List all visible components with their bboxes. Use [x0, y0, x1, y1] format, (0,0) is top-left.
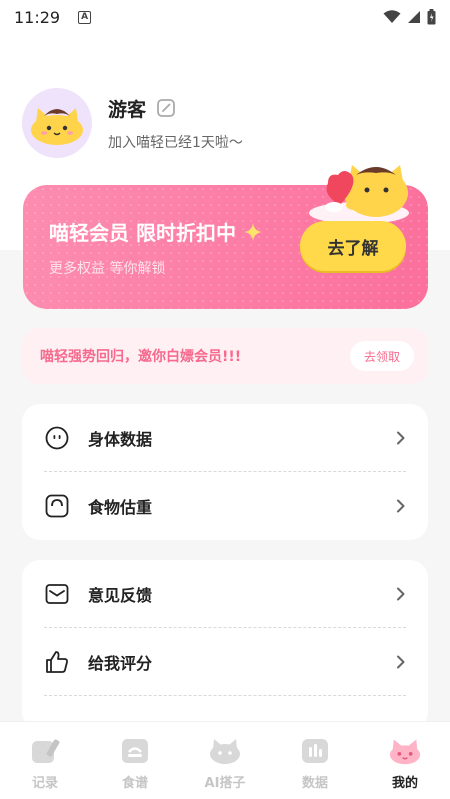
recipe-icon [118, 734, 152, 768]
status-time: 11:29 [14, 7, 61, 27]
tab-profile[interactable]: 我的 [360, 722, 450, 799]
vip-title-row: 喵轻会员 限时折扣中 [49, 217, 262, 246]
profile-header: 游客 加入喵轻已经1天啦～ [22, 88, 243, 158]
menu-card-body: 身体数据 食物估重 [22, 404, 428, 540]
data-icon [298, 734, 332, 768]
tab-data[interactable]: 数据 [270, 722, 360, 799]
tab-recipe[interactable]: 食谱 [90, 722, 180, 799]
menu-label: 身体数据 [88, 430, 153, 449]
status-bar: 11:29 A [0, 0, 450, 34]
record-icon [28, 734, 62, 768]
edit-icon[interactable] [156, 98, 176, 118]
tab-label: AI搭子 [204, 776, 246, 791]
signal-icon [408, 11, 420, 23]
scale-icon [44, 493, 70, 519]
thumbs-up-icon [44, 649, 70, 675]
tab-label: 记录 [31, 776, 58, 791]
avatar[interactable] [22, 88, 92, 158]
sparkle-icon [243, 222, 262, 241]
menu-label: 给我评分 [88, 654, 153, 673]
vip-subtitle: 更多权益 等你解锁 [49, 261, 166, 277]
claim-button[interactable]: 去领取 [350, 341, 414, 371]
bottom-tab-bar: 记录 食谱 AI搭子 数据 我的 [0, 721, 450, 799]
vip-learn-more-button[interactable]: 去了解 [300, 221, 406, 271]
wifi-icon [383, 10, 401, 23]
notification-icon: A [78, 10, 92, 24]
profile-subtitle: 加入喵轻已经1天啦～ [108, 134, 243, 151]
ai-cat-icon [208, 734, 242, 768]
chevron-right-icon [396, 587, 406, 601]
profile-name: 游客 [108, 98, 147, 121]
menu-item-rate[interactable]: 给我评分 [22, 628, 428, 696]
mail-icon [44, 581, 70, 607]
tab-label: 我的 [391, 776, 418, 791]
cat-avatar-icon [31, 108, 83, 145]
vip-card[interactable]: 喵轻会员 限时折扣中 更多权益 等你解锁 去了解 [23, 165, 428, 309]
menu-label: 食物估重 [88, 498, 153, 517]
tab-label: 数据 [301, 776, 328, 791]
menu-card-feedback: 意见反馈 给我评分 [22, 560, 428, 730]
battery-icon [427, 9, 436, 25]
menu-item-food-weight[interactable]: 食物估重 [22, 472, 428, 540]
promo-text: 喵轻强势回归，邀你白嫖会员!!! [40, 349, 242, 365]
tab-label: 食谱 [121, 776, 148, 791]
divider [44, 695, 406, 696]
chevron-right-icon [396, 499, 406, 513]
tab-ai-buddy[interactable]: AI搭子 [180, 722, 270, 799]
menu-item-body-data[interactable]: 身体数据 [22, 404, 428, 472]
menu-item-feedback[interactable]: 意见反馈 [22, 560, 428, 628]
tab-record[interactable]: 记录 [0, 722, 90, 799]
menu-label: 意见反馈 [88, 586, 153, 605]
vip-title: 喵轻会员 限时折扣中 [49, 221, 236, 245]
promo-banner[interactable]: 喵轻强势回归，邀你白嫖会员!!! 去领取 [22, 328, 428, 384]
chevron-right-icon [396, 655, 406, 669]
chevron-right-icon [396, 431, 406, 445]
profile-cat-icon [388, 734, 422, 768]
face-icon [44, 425, 70, 451]
